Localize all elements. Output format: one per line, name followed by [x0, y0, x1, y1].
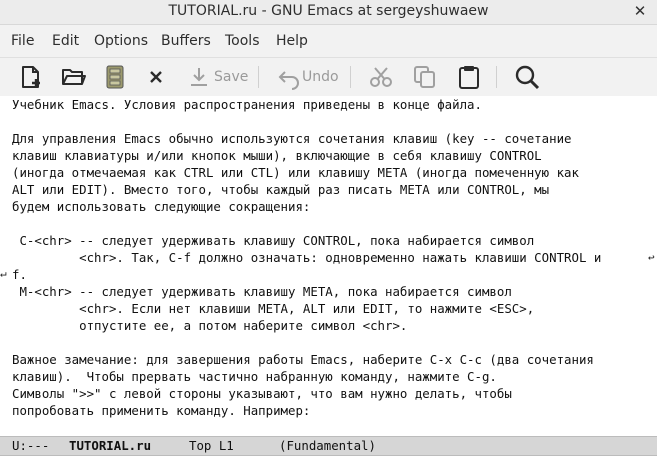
undo-button[interactable]: Undo	[276, 62, 339, 92]
minibuffer[interactable]	[0, 456, 657, 470]
buffer-line: будем использовать следующие сокращения:	[12, 199, 311, 214]
menu-options[interactable]: Options	[94, 25, 148, 57]
toolbar-separator	[496, 66, 497, 88]
buffer-line: Для управления Emacs обычно используются…	[12, 131, 572, 146]
undo-button-label: Undo	[302, 69, 339, 85]
save-button-label: Save	[214, 69, 249, 85]
buffer-text: Учебник Emacs. Условия распространения п…	[12, 96, 601, 419]
new-file-button[interactable]	[18, 62, 44, 92]
search-icon	[515, 65, 540, 90]
save-disk-icon	[106, 65, 124, 89]
buffer-line: Важное замечание: для завершения работы …	[12, 352, 594, 367]
buffer-line: Символы ">>" с левой стороны указывают, …	[12, 386, 512, 401]
menu-tools[interactable]: Tools	[225, 25, 260, 57]
paste-icon	[459, 66, 479, 89]
buffer-line: отпустите ее, а потом наберите символ <c…	[12, 318, 408, 333]
toolbar-separator	[258, 66, 259, 88]
toolbar-separator	[350, 66, 351, 88]
close-window-button[interactable]: ✕	[631, 1, 649, 21]
buffer-line: (иногда отмечаемая как CTRL или CTL) или…	[12, 165, 579, 180]
title-bar: TUTORIAL.ru - GNU Emacs at sergeyshuwaew…	[0, 0, 657, 25]
modeline-status: U:---	[12, 438, 50, 453]
continuation-fringe-right-icon: ↩	[648, 251, 655, 264]
buffer-line: ALT или EDIT). Вместо того, чтобы каждый…	[12, 182, 550, 197]
tool-bar: Save Undo	[0, 58, 657, 96]
buffer-line: клавиш). Чтобы прервать частично набранн…	[12, 369, 497, 384]
buffer-line: попробовать применить команду. Например:	[12, 403, 311, 418]
buffer-line: Учебник Emacs. Условия распространения п…	[12, 97, 482, 112]
save-icon	[191, 68, 207, 86]
mode-line[interactable]: U:--- TUTORIAL.ru Top L1 (Fundamental)	[0, 436, 657, 456]
open-folder-button[interactable]	[60, 62, 88, 92]
search-button[interactable]	[514, 62, 542, 92]
copy-button[interactable]	[412, 62, 438, 92]
cut-icon	[370, 67, 392, 87]
copy-icon	[414, 66, 435, 88]
new-file-icon	[22, 66, 40, 88]
menu-file[interactable]: File	[11, 25, 34, 57]
cut-button[interactable]	[368, 62, 394, 92]
save-button[interactable]: Save	[188, 62, 248, 92]
buffer-line: f.	[12, 267, 27, 282]
menu-edit[interactable]: Edit	[52, 25, 79, 57]
undo-icon	[278, 71, 299, 90]
modeline-buffer-name[interactable]: TUTORIAL.ru	[69, 437, 151, 454]
close-buffer-button[interactable]	[145, 62, 167, 92]
menu-bar: File Edit Options Buffers Tools Help	[0, 25, 657, 58]
buffer-line: M-<chr> -- следует удерживать клавишу ME…	[12, 284, 512, 299]
continuation-fringe-left-icon: ↵	[0, 267, 7, 280]
buffer-line: клавиш клавиатуры и/или кнопок мыши), вк…	[12, 148, 542, 163]
save-disk-button[interactable]	[104, 62, 126, 92]
modeline-position: Top L1	[189, 438, 234, 453]
buffer-line: <chr>. Так, C-f должно означать: одновре…	[12, 250, 602, 265]
paste-button[interactable]	[456, 62, 482, 92]
buffer-line: <chr>. Если нет клавиши META, ALT или ED…	[12, 301, 535, 316]
text-buffer[interactable]: Учебник Emacs. Условия распространения п…	[0, 96, 657, 436]
menu-help[interactable]: Help	[276, 25, 308, 57]
close-buffer-icon	[150, 71, 162, 83]
buffer-line: C-<chr> -- следует удерживать клавишу CO…	[12, 233, 535, 248]
menu-buffers[interactable]: Buffers	[161, 25, 211, 57]
open-folder-icon	[62, 69, 86, 85]
window-title: TUTORIAL.ru - GNU Emacs at sergeyshuwaew	[168, 3, 489, 19]
modeline-major-mode[interactable]: (Fundamental)	[279, 437, 376, 454]
